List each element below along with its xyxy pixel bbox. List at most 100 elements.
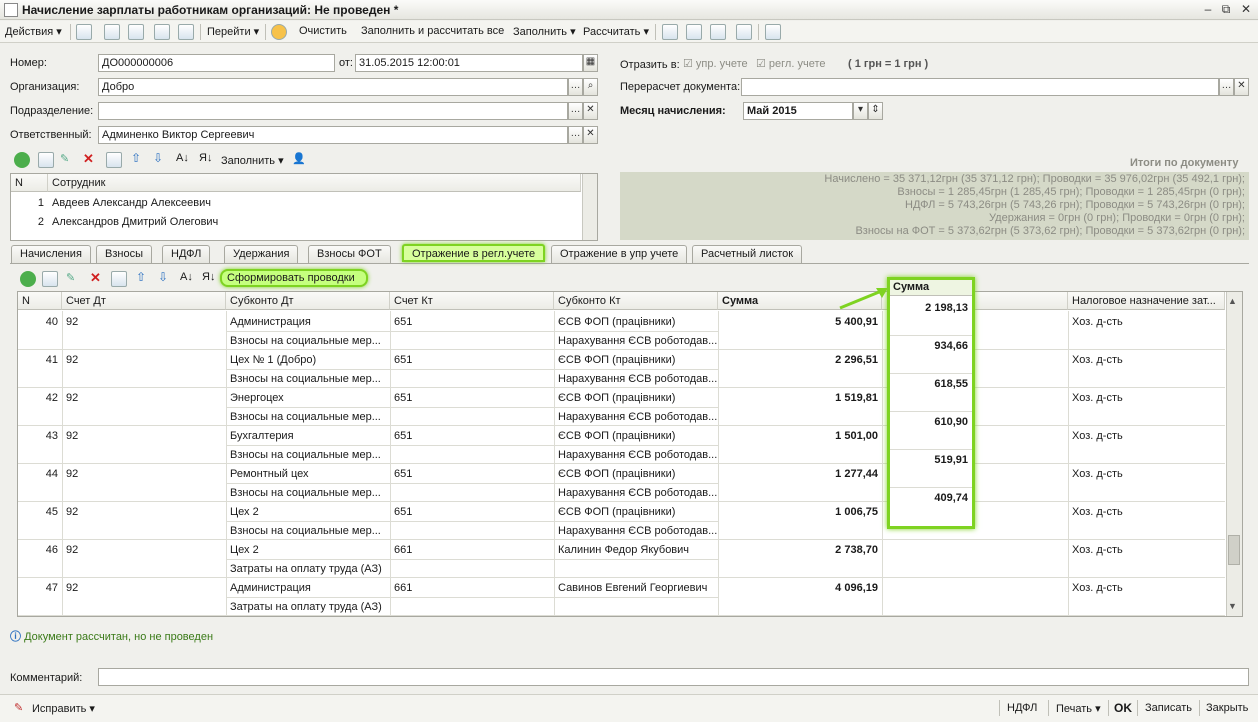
tax-purpose[interactable]: Хоз. д-сть: [1068, 579, 1225, 598]
select-button[interactable]: …: [568, 102, 583, 120]
posting-sum[interactable]: 1 277,44: [718, 465, 882, 484]
fix-menu[interactable]: Исправить ▾: [32, 702, 95, 715]
row-number[interactable]: 47: [18, 579, 62, 598]
credit-subconto[interactable]: Калинин Федор Якубович: [554, 541, 718, 560]
tax-purpose[interactable]: Хоз. д-сть: [1068, 503, 1225, 522]
select-button[interactable]: …: [568, 126, 583, 144]
debit-subconto[interactable]: Администрация: [226, 579, 390, 598]
debit-account[interactable]: 92: [62, 313, 226, 332]
select-button[interactable]: …: [1219, 78, 1234, 96]
row-number[interactable]: 44: [18, 465, 62, 484]
employee-name[interactable]: Александров Дмитрий Олегович: [48, 213, 581, 232]
column-header[interactable]: Субконто Дт: [226, 292, 390, 310]
finish-edit-icon[interactable]: [106, 152, 122, 168]
close-window-button[interactable]: ✕: [1238, 2, 1254, 17]
tab-fot-contributions[interactable]: Взносы ФОТ: [308, 245, 391, 263]
credit-account[interactable]: 661: [390, 541, 554, 560]
scroll-thumb[interactable]: [1228, 535, 1240, 565]
posting-sum[interactable]: 2 296,51: [718, 351, 882, 370]
finish-edit-icon[interactable]: [111, 271, 127, 287]
debit-subconto[interactable]: Цех 2: [226, 541, 390, 560]
calendar-icon[interactable]: ▦: [583, 54, 598, 72]
credit-subconto[interactable]: ЄСВ ФОП (працівники): [554, 427, 718, 446]
calc-menu[interactable]: Рассчитать ▾: [583, 25, 649, 38]
add-icon[interactable]: [20, 271, 36, 287]
report-icon[interactable]: [765, 24, 781, 40]
generate-postings-button[interactable]: Сформировать проводки: [220, 269, 368, 287]
tab-contributions[interactable]: Взносы: [96, 245, 152, 263]
column-header[interactable]: Счет Дт: [62, 292, 226, 310]
tax-purpose[interactable]: Хоз. д-сть: [1068, 389, 1225, 408]
debit-subconto[interactable]: Бухгалтерия: [226, 427, 390, 446]
actions-menu[interactable]: Действия ▾: [5, 25, 62, 38]
sort-desc-icon[interactable]: Я↓: [202, 271, 215, 283]
scroll-down-icon[interactable]: ▼: [1228, 601, 1237, 611]
dropdown-icon[interactable]: ▾: [853, 102, 868, 120]
credit-subconto[interactable]: ЄСВ ФОП (працівники): [554, 313, 718, 332]
minimize-button[interactable]: –: [1200, 2, 1216, 17]
month-field[interactable]: Май 2015: [743, 102, 853, 120]
credit-subconto[interactable]: ЄСВ ФОП (працівники): [554, 465, 718, 484]
list-icon[interactable]: [662, 24, 678, 40]
tax-purpose[interactable]: Хоз. д-сть: [1068, 541, 1225, 560]
tax-purpose[interactable]: Хоз. д-сть: [1068, 465, 1225, 484]
clear-icon[interactable]: ✕: [1234, 78, 1249, 96]
sort-asc-icon[interactable]: A↓: [180, 271, 193, 283]
credit-account[interactable]: 651: [390, 503, 554, 522]
help-icon[interactable]: [271, 24, 287, 40]
move-down-icon[interactable]: ⇩: [158, 270, 168, 284]
debit-account[interactable]: 92: [62, 465, 226, 484]
credit-account[interactable]: 651: [390, 389, 554, 408]
date-field[interactable]: 31.05.2015 12:00:01: [355, 54, 583, 72]
goto-menu[interactable]: Перейти ▾: [207, 25, 259, 38]
posting-sum[interactable]: 1 006,75: [718, 503, 882, 522]
debit-account[interactable]: 92: [62, 351, 226, 370]
document-post-icon[interactable]: [154, 24, 170, 40]
debit-subconto[interactable]: Энергоцех: [226, 389, 390, 408]
row-number[interactable]: 42: [18, 389, 62, 408]
row-number[interactable]: 45: [18, 503, 62, 522]
fill-menu[interactable]: Заполнить ▾: [513, 25, 576, 38]
recalc-field[interactable]: [741, 78, 1219, 96]
tax-purpose[interactable]: Хоз. д-сть: [1068, 351, 1225, 370]
column-header[interactable]: Счет Кт: [390, 292, 554, 310]
debit-account[interactable]: 92: [62, 427, 226, 446]
debit-subconto[interactable]: Цех № 1 (Добро): [226, 351, 390, 370]
credit-account[interactable]: 651: [390, 465, 554, 484]
credit-account[interactable]: 651: [390, 313, 554, 332]
tab-payslip[interactable]: Расчетный листок: [692, 245, 803, 263]
tab-management-accounting[interactable]: Отражение в упр учете: [551, 245, 688, 263]
move-up-icon[interactable]: ⇧: [131, 151, 141, 165]
row-number[interactable]: 43: [18, 427, 62, 446]
debit-subconto[interactable]: Администрация: [226, 313, 390, 332]
number-field[interactable]: ДО000000006: [98, 54, 335, 72]
stepper-icon[interactable]: ⇕: [868, 102, 883, 120]
copy-icon[interactable]: [128, 24, 144, 40]
clear-button[interactable]: Очистить: [299, 25, 347, 37]
employee-name[interactable]: Авдеев Александр Алексеевич: [48, 194, 581, 213]
tax-purpose[interactable]: Хоз. д-сть: [1068, 427, 1225, 446]
debit-account[interactable]: 92: [62, 579, 226, 598]
row-number[interactable]: 41: [18, 351, 62, 370]
ndfl-button[interactable]: НДФЛ: [1007, 702, 1037, 714]
posting-sum[interactable]: 1 519,81: [718, 389, 882, 408]
posting-sum[interactable]: 4 096,19: [718, 579, 882, 598]
copy-row-icon[interactable]: [38, 152, 54, 168]
responsible-field[interactable]: Админенко Виктор Сергеевич: [98, 126, 568, 144]
tab-deductions[interactable]: Удержания: [224, 245, 299, 263]
maximize-button[interactable]: ⧉: [1218, 2, 1234, 17]
credit-subconto[interactable]: ЄСВ ФОП (працівники): [554, 389, 718, 408]
save-icon[interactable]: [104, 24, 120, 40]
debit-account[interactable]: 92: [62, 389, 226, 408]
credit-account[interactable]: 661: [390, 579, 554, 598]
sort-asc-icon[interactable]: A↓: [176, 152, 189, 164]
close-button[interactable]: Закрыть: [1206, 702, 1248, 714]
posting-sum[interactable]: 1 501,00: [718, 427, 882, 446]
employees-scrollbar[interactable]: [582, 174, 597, 240]
fill-calc-all-button[interactable]: Заполнить и рассчитать все: [361, 25, 504, 37]
reflect-reg-checkbox[interactable]: ☑ регл. учете: [756, 57, 825, 70]
tab-accruals[interactable]: Начисления: [11, 245, 91, 263]
employee-select-icon[interactable]: 👤: [292, 152, 306, 165]
edit-icon[interactable]: ✎: [60, 152, 69, 165]
credit-account[interactable]: 651: [390, 351, 554, 370]
